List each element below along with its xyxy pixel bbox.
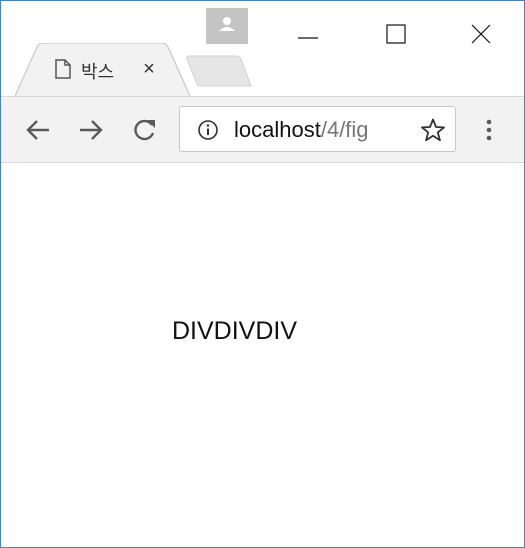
reload-icon [128, 119, 160, 150]
star-icon [420, 118, 446, 147]
tab-close-button[interactable]: × [139, 59, 159, 79]
maximize-icon [378, 24, 414, 53]
browser-toolbar: localhost/4/fig [1, 96, 524, 163]
url-path: /4/fig [320, 117, 369, 142]
page-content: DIVDIVDIV [1, 163, 524, 547]
arrow-left-icon [22, 120, 54, 150]
new-tab-button[interactable] [186, 55, 252, 87]
maximize-button[interactable] [378, 19, 414, 49]
minimize-button[interactable] [290, 19, 326, 49]
url-host: localhost [234, 117, 321, 142]
tab-strip: 박스 × [1, 1, 524, 96]
document-icon [54, 59, 72, 79]
back-button[interactable] [22, 114, 54, 146]
menu-button[interactable] [477, 114, 501, 146]
forward-button[interactable] [75, 114, 107, 146]
minimize-icon [290, 36, 326, 53]
window-close-button[interactable] [463, 19, 499, 49]
url-text[interactable]: localhost/4/fig [234, 117, 369, 143]
reload-button[interactable] [128, 114, 160, 146]
profile-button[interactable] [206, 8, 248, 44]
browser-window: 박스 × localhost/4/fig DIVDIVDIV [0, 0, 525, 548]
info-icon[interactable] [197, 119, 219, 141]
arrow-right-icon [75, 120, 107, 150]
person-icon [206, 17, 248, 48]
address-bar[interactable]: localhost/4/fig [179, 106, 456, 152]
kebab-menu-icon [477, 119, 501, 150]
tab-title: 박스 [81, 62, 115, 82]
bookmark-button[interactable] [420, 117, 446, 143]
page-text: DIVDIVDIV [172, 317, 298, 345]
close-icon [463, 24, 499, 53]
